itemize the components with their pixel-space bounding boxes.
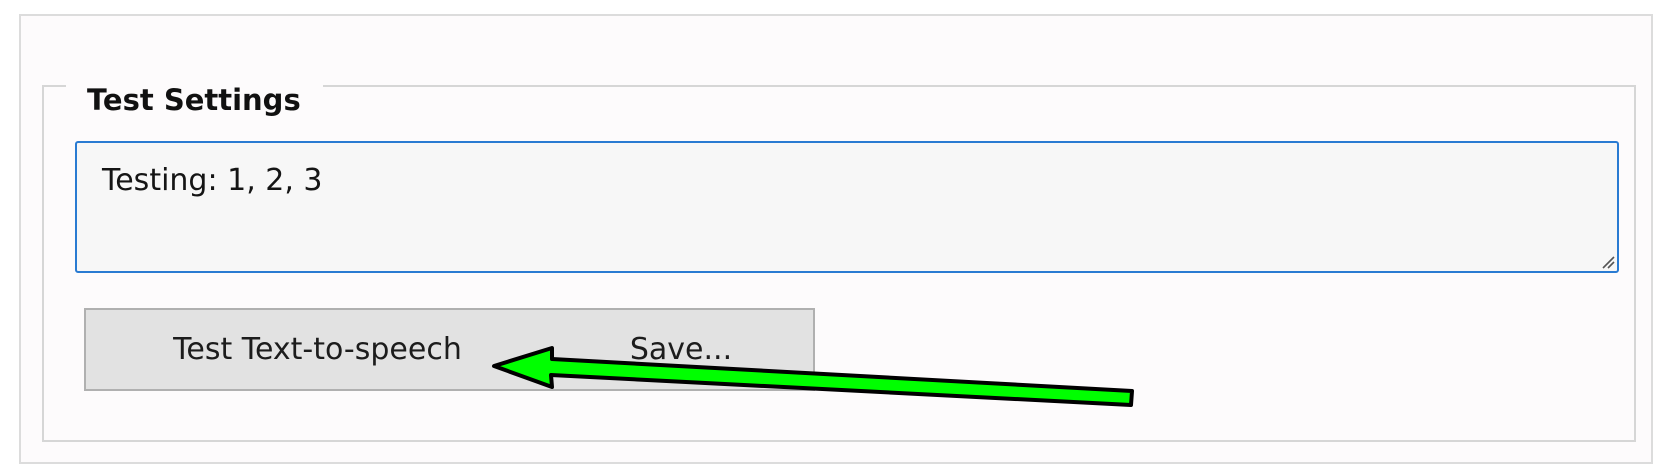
test-text-value: Testing: 1, 2, 3 [102, 163, 323, 198]
save-button[interactable]: Save... [549, 308, 815, 391]
test-text-to-speech-button[interactable]: Test Text-to-speech [84, 308, 551, 391]
group-title: Test Settings [66, 82, 323, 118]
settings-panel: Test Settings Testing: 1, 2, 3 Test Text… [19, 14, 1653, 464]
test-text-area[interactable]: Testing: 1, 2, 3 [75, 141, 1619, 273]
resize-grip-icon[interactable] [1599, 253, 1615, 269]
